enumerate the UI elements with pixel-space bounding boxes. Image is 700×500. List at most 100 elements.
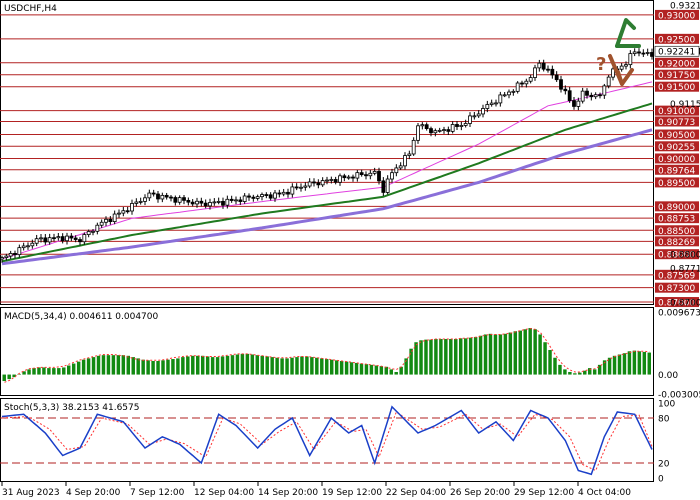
level-tag-label: 0.88269 <box>658 238 695 248</box>
macd-bar <box>419 340 423 375</box>
macd-bar <box>528 327 532 375</box>
time-label: 29 Sep 12:00 <box>514 488 574 498</box>
macd-bar <box>473 337 478 375</box>
macd-bar <box>116 355 121 375</box>
macd-bar <box>161 360 165 375</box>
level-tag-label: 0.88500 <box>658 227 695 237</box>
macd-bar <box>563 369 567 375</box>
macd-bar <box>250 354 255 375</box>
macd-bar <box>52 368 56 375</box>
macd-bar <box>196 355 200 375</box>
macd-bar <box>389 369 393 375</box>
macd-tick-label: 0.009673 <box>658 309 700 319</box>
time-label: 12 Sep 04:00 <box>194 488 254 498</box>
macd-bar <box>637 351 642 375</box>
macd-bar <box>141 359 145 375</box>
trading-chart: USDCHF,H4 0.93000 0.92500 0.92000 0.91750 0.… <box>0 0 700 498</box>
macd-bar <box>81 359 86 375</box>
macd-bar <box>454 338 458 375</box>
level-tag-label: 0.87300 <box>658 284 695 294</box>
macd-bar <box>369 364 374 375</box>
macd-bar <box>62 367 66 375</box>
macd-bar <box>205 356 210 375</box>
macd-bar <box>131 357 135 375</box>
level-tag-label: 0.90773 <box>658 118 695 128</box>
macd-bar <box>573 373 577 375</box>
macd-bar <box>597 364 602 375</box>
stoch-tick-label: 100 <box>658 400 675 410</box>
level-tag-label: 0.88753 <box>658 215 695 225</box>
macd-bar <box>255 355 260 375</box>
candle <box>606 74 611 89</box>
macd-bar <box>315 357 319 375</box>
macd-bar <box>518 330 522 375</box>
macd-bar <box>136 358 140 375</box>
macd-bar <box>7 374 11 380</box>
macd-bar <box>91 357 96 375</box>
level-tag-label: 0.90000 <box>658 155 695 165</box>
level-tag-label: 0.92500 <box>658 35 695 45</box>
macd-bar <box>493 334 498 375</box>
stoch-tick-label: 0 <box>658 475 664 485</box>
level-tag-label: 0.92000 <box>658 59 695 69</box>
macd-bar <box>364 364 369 375</box>
macd-bar <box>156 360 160 375</box>
macd-bar <box>627 351 632 375</box>
macd-bar <box>57 368 61 375</box>
macd-bar <box>379 366 384 375</box>
time-label: 14 Sep 20:00 <box>258 488 318 498</box>
macd-bar <box>225 355 230 375</box>
macd-bar <box>359 363 364 375</box>
macd-bar <box>578 372 582 375</box>
macd-bar <box>647 352 651 375</box>
macd-bar <box>503 333 508 375</box>
macd-bar <box>558 364 562 375</box>
price-tick-label: 0.93210 <box>670 1 700 11</box>
macd-bar <box>394 371 398 375</box>
macd-bar <box>126 355 131 375</box>
macd-bar <box>468 337 473 375</box>
macd-bar <box>186 356 190 375</box>
macd-bar <box>513 331 518 375</box>
macd-bar <box>76 361 81 375</box>
macd-bar <box>106 355 111 375</box>
macd-bar <box>176 358 180 375</box>
macd-bar <box>384 366 389 375</box>
macd-bar <box>305 356 309 375</box>
macd-bar <box>191 355 195 375</box>
macd-bar <box>290 357 294 375</box>
macd-bar <box>533 329 537 375</box>
macd-bar <box>2 374 6 382</box>
macd-bar <box>339 360 344 375</box>
macd-bar <box>349 362 354 375</box>
price-tick-label: 0.88000 <box>670 251 700 261</box>
macd-bar <box>295 357 299 375</box>
price-tick-label: 0.87710 <box>670 265 700 275</box>
macd-bar <box>260 355 264 375</box>
macd-bar <box>200 355 205 375</box>
symbol-title: USDCHF,H4 <box>4 4 57 14</box>
macd-bar <box>151 360 155 375</box>
macd-bar <box>245 353 250 375</box>
question-mark: ? <box>596 54 606 75</box>
macd-bar <box>632 350 637 375</box>
macd-bar <box>280 358 284 375</box>
macd-bar <box>67 365 71 375</box>
macd-bar <box>617 354 622 375</box>
macd-bar <box>429 339 433 375</box>
macd-bar <box>434 338 438 375</box>
macd-title: MACD(5,34,4) 0.004611 0.004700 <box>4 312 159 322</box>
candle <box>515 81 520 94</box>
stoch-title: Stoch(5,3,3) 38.2153 41.6575 <box>4 403 139 413</box>
time-label: 4 Oct 04:00 <box>578 488 631 498</box>
price-tick-label: 0.87000 <box>670 299 700 309</box>
macd-bar <box>86 358 91 375</box>
macd-bar <box>622 353 627 375</box>
macd-bar <box>325 359 329 375</box>
macd-bar <box>285 358 289 375</box>
level-tag-label: 0.91500 <box>658 83 695 93</box>
level-tag-label: 0.91750 <box>658 71 695 81</box>
stoch-panel: Stoch(5,3,3) 38.2153 41.6575 100 80 20 0 <box>0 398 675 485</box>
macd-bar <box>612 355 617 375</box>
macd-bar <box>42 367 46 375</box>
